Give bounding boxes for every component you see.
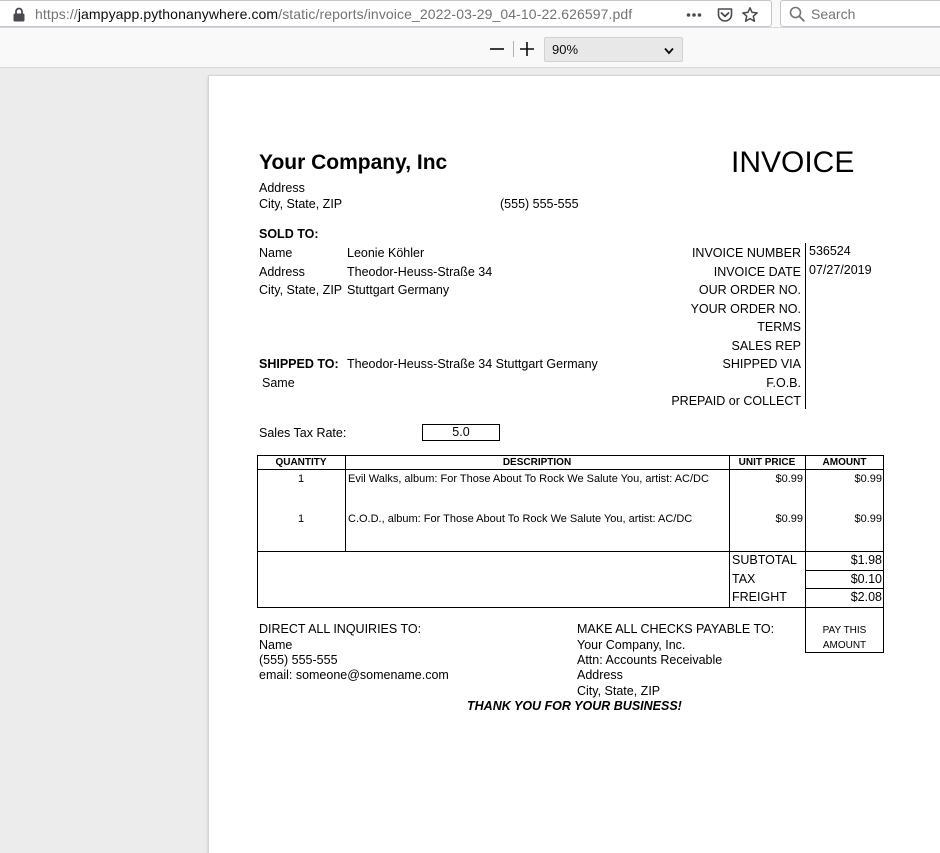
shipped-to-value: Theodor-Heuss-Straße 34 Stuttgart German…	[347, 357, 598, 371]
totals-rule	[805, 570, 884, 571]
checks-heading: MAKE ALL CHECKS PAYABLE TO:	[577, 622, 775, 636]
sold-to-city-label: City, State, ZIP	[259, 283, 343, 297]
freight-label: FREIGHT	[732, 590, 787, 604]
toolbar-separator	[513, 41, 514, 57]
subtotal-value: $1.98	[850, 553, 882, 567]
sold-to-address-label: Address	[259, 265, 305, 279]
checks-city: City, State, ZIP	[577, 684, 661, 698]
table-col-divider	[805, 455, 806, 608]
address-bar[interactable]: https://jampyapp.pythonanywhere.com/stat…	[0, 0, 772, 27]
item-unit-price: $0.99	[775, 513, 803, 525]
company-phone: (555) 555-555	[500, 197, 579, 211]
shipped-to-note: Same	[262, 376, 295, 390]
meta-invoice-date-label: INVOICE DATE	[713, 265, 801, 279]
company-name: Your Company, Inc	[259, 151, 448, 174]
zoom-select[interactable]: 90%	[544, 37, 683, 62]
pocket-icon[interactable]	[716, 6, 734, 24]
table-header-rule	[257, 469, 884, 470]
url-text[interactable]: https://jampyapp.pythonanywhere.com/stat…	[35, 6, 632, 22]
zoom-out-button[interactable]	[485, 37, 509, 61]
meta-prepaid-label: PREPAID or COLLECT	[671, 394, 801, 408]
meta-fob-label: F.O.B.	[766, 376, 801, 390]
meta-shipped-via-label: SHIPPED VIA	[722, 357, 802, 371]
search-input[interactable]	[811, 5, 931, 23]
company-city: City, State, ZIP	[259, 197, 343, 211]
company-address: Address	[259, 181, 305, 195]
browser-toolbar: https://jampyapp.pythonanywhere.com/stat…	[0, 0, 940, 28]
meta-our-order-label: OUR ORDER NO.	[698, 283, 801, 297]
inquiries-phone: (555) 555-555	[259, 653, 338, 667]
chevron-down-icon	[664, 47, 674, 55]
pdf-toolbar: 90%	[0, 28, 940, 68]
zoom-in-button[interactable]	[515, 37, 539, 61]
sold-to-address-value: Theodor-Heuss-Straße 34	[347, 265, 493, 279]
sold-to-heading: SOLD TO:	[259, 227, 319, 241]
meta-terms-label: TERMS	[757, 320, 801, 334]
table-body-rule	[257, 551, 884, 552]
item-amount: $0.99	[854, 513, 882, 525]
search-icon	[789, 6, 805, 22]
checks-attn: Attn: Accounts Receivable	[577, 653, 723, 667]
url-path: /static/reports/invoice_2022-03-29_04-10…	[278, 6, 633, 22]
item-quantity: 1	[297, 513, 305, 525]
tax-rate-label: Sales Tax Rate:	[259, 426, 347, 440]
url-scheme: https://	[35, 6, 78, 22]
totals-rule	[805, 588, 884, 589]
meta-invoice-number-label: INVOICE NUMBER	[691, 246, 801, 260]
subtotal-label: SUBTOTAL	[732, 553, 797, 567]
col-header-unit-price: UNIT PRICE	[738, 457, 796, 468]
pdf-page: Your Company, Inc INVOICE Address City, …	[209, 76, 940, 853]
col-header-amount: AMOUNT	[822, 457, 867, 468]
inquiries-heading: DIRECT ALL INQUIRIES TO:	[259, 622, 422, 636]
zoom-value: 90%	[552, 42, 579, 57]
tax-value: $0.10	[850, 572, 882, 586]
meta-divider	[805, 243, 806, 409]
item-amount: $0.99	[854, 473, 882, 485]
item-unit-price: $0.99	[775, 473, 803, 485]
item-description: Evil Walks, album: For Those About To Ro…	[348, 473, 709, 485]
tax-rate-value: 5.0	[422, 424, 500, 441]
sold-to-name-label: Name	[259, 246, 293, 260]
bookmark-star-icon[interactable]	[741, 6, 759, 24]
meta-sales-rep-label: SALES REP	[731, 339, 801, 353]
col-header-quantity: QUANTITY	[275, 457, 327, 468]
pay-amount-line1: PAY THIS	[822, 625, 867, 636]
page-actions-icon[interactable]	[685, 6, 703, 24]
sold-to-city-value: Stuttgart Germany	[347, 283, 450, 297]
meta-invoice-number-value: 536524	[809, 244, 851, 258]
checks-address: Address	[577, 668, 623, 682]
table-col-divider	[729, 455, 730, 608]
sold-to-name-value: Leonie Köhler	[347, 246, 425, 260]
tax-label: TAX	[732, 572, 756, 586]
item-quantity: 1	[297, 473, 305, 485]
inquiries-name: Name	[259, 638, 293, 652]
search-box[interactable]	[780, 0, 940, 27]
col-header-description: DESCRIPTION	[502, 457, 572, 468]
url-host: jampyapp.pythonanywhere.com	[77, 6, 279, 22]
inquiries-email: email: someone@somename.com	[259, 668, 449, 682]
lock-icon[interactable]	[12, 7, 26, 22]
checks-company: Your Company, Inc.	[577, 638, 686, 652]
thank-you-note: THANK YOU FOR YOUR BUSINESS!	[467, 699, 682, 713]
meta-your-order-label: YOUR ORDER NO.	[690, 302, 801, 316]
freight-value: $2.08	[850, 590, 882, 604]
table-col-divider	[345, 455, 346, 552]
shipped-to-heading: SHIPPED TO:	[259, 357, 339, 371]
invoice-title: INVOICE	[731, 146, 855, 179]
meta-invoice-date-value: 07/27/2019	[809, 263, 872, 277]
item-description: C.O.D., album: For Those About To Rock W…	[348, 513, 693, 525]
pay-amount-line2: AMOUNT	[822, 640, 867, 651]
